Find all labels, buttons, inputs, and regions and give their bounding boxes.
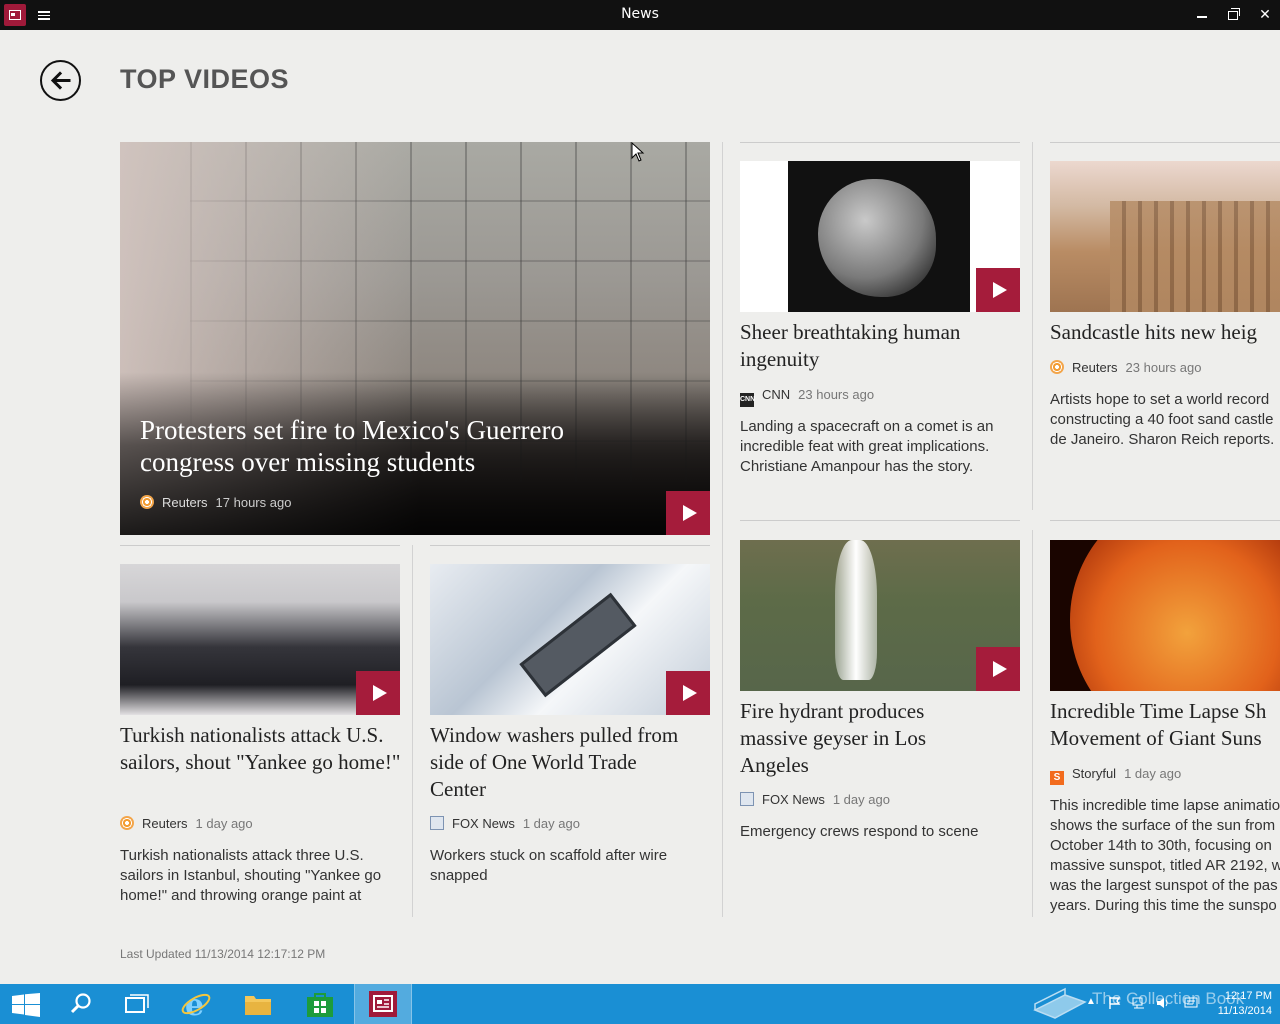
hero-source-row: Reuters 17 hours ago	[140, 495, 291, 510]
source-name: FOX News	[762, 792, 825, 807]
title-bar: News ✕	[0, 0, 1280, 30]
hero-headline[interactable]: Protesters set fire to Mexico's Guerrero…	[140, 414, 660, 478]
video-thumbnail	[1050, 161, 1280, 312]
back-button[interactable]	[40, 60, 81, 101]
video-card-comet[interactable]: Sheer breathtaking human ingenuity CNN CN…	[740, 161, 1020, 491]
card-description: This incredible time lapse animatio show…	[1050, 797, 1280, 914]
task-view-button[interactable]	[110, 984, 166, 1024]
card-description: Turkish nationalists attack three U.S. s…	[120, 847, 382, 904]
video-card-window-washers[interactable]: Window washers pulled from side of One W…	[430, 564, 710, 909]
card-headline[interactable]: Window washers pulled from side of One W…	[430, 722, 680, 803]
source-name: Reuters	[142, 816, 188, 831]
window-title: News	[621, 6, 659, 22]
reuters-logo-icon	[120, 816, 134, 830]
mouse-cursor-icon	[631, 142, 645, 162]
storyful-logo-icon: S	[1050, 771, 1064, 785]
source-name: Reuters	[1072, 360, 1118, 375]
card-source-row: FOX News 1 day ago	[740, 792, 890, 807]
video-card-geyser[interactable]: Fire hydrant produces massive geyser in …	[740, 540, 1020, 860]
play-icon[interactable]	[976, 268, 1020, 312]
card-source-row: Reuters 1 day ago	[120, 816, 253, 831]
news-taskbar-button[interactable]	[354, 984, 412, 1024]
card-source-row: S Storyful 1 day ago	[1050, 766, 1181, 785]
restore-button[interactable]	[1224, 5, 1244, 25]
cnn-logo-icon: CNN	[740, 393, 755, 407]
video-thumbnail	[1050, 540, 1280, 691]
timestamp: 1 day ago	[195, 816, 253, 831]
timestamp: 17 hours ago	[215, 495, 292, 510]
search-button[interactable]	[54, 984, 110, 1024]
file-explorer-button[interactable]	[230, 984, 286, 1024]
card-headline[interactable]: Incredible Time Lapse Sh Movement of Gia…	[1050, 698, 1280, 752]
video-card-turkish[interactable]: Turkish nationalists attack U.S. sailors…	[120, 564, 400, 909]
timestamp: 1 day ago	[1124, 766, 1182, 781]
card-source-row: FOX News 1 day ago	[430, 816, 580, 831]
source-name: Storyful	[1072, 766, 1117, 781]
last-updated-text: Last Updated 11/13/2014 12:17:12 PM	[120, 947, 326, 961]
news-app-icon	[369, 991, 397, 1017]
store-button[interactable]	[292, 984, 348, 1024]
internet-explorer-icon: e	[181, 988, 211, 1020]
video-card-sandcastle[interactable]: Sandcastle hits new heig Reuters 23 hours…	[1050, 161, 1280, 491]
card-description: Workers stuck on scaffold after wire sna…	[430, 847, 668, 884]
source-name: FOX News	[452, 816, 515, 831]
card-description: Emergency crews respond to scene	[740, 823, 979, 840]
card-source-row: Reuters 23 hours ago	[1050, 360, 1201, 375]
store-icon	[307, 993, 333, 1017]
play-icon[interactable]	[976, 647, 1020, 691]
card-description: Artists hope to set a world record const…	[1050, 391, 1275, 448]
windows-logo-icon	[12, 993, 40, 1017]
video-card-sun[interactable]: Incredible Time Lapse Sh Movement of Gia…	[1050, 540, 1280, 918]
play-icon[interactable]	[356, 671, 400, 715]
reuters-logo-icon	[140, 495, 154, 509]
timestamp: 23 hours ago	[798, 387, 875, 402]
play-icon[interactable]	[666, 671, 710, 715]
back-arrow-icon	[50, 71, 71, 90]
card-source-row: CNN CNN 23 hours ago	[740, 387, 874, 407]
source-name: CNN	[762, 387, 791, 402]
card-headline[interactable]: Sandcastle hits new heig	[1050, 319, 1280, 346]
card-headline[interactable]: Turkish nationalists attack U.S. sailors…	[120, 722, 400, 776]
search-icon	[70, 993, 91, 1014]
start-button[interactable]	[0, 984, 56, 1024]
card-headline[interactable]: Sheer breathtaking human ingenuity	[740, 319, 1020, 373]
reuters-logo-icon	[1050, 360, 1064, 374]
book-watermark-icon	[1033, 987, 1087, 1019]
fox-news-logo-icon	[740, 792, 754, 806]
timestamp: 1 day ago	[522, 816, 580, 831]
timestamp: 1 day ago	[832, 792, 890, 807]
svg-text:e: e	[185, 988, 204, 1020]
card-description: Landing a spacecraft on a comet is an in…	[740, 418, 994, 475]
play-icon[interactable]	[666, 491, 710, 535]
card-headline[interactable]: Fire hydrant produces massive geyser in …	[740, 698, 980, 779]
fox-news-logo-icon	[430, 816, 444, 830]
hero-video-card[interactable]: Protesters set fire to Mexico's Guerrero…	[120, 142, 710, 535]
page-title: TOP VIDEOS	[120, 64, 290, 94]
internet-explorer-button[interactable]: e	[168, 984, 224, 1024]
folder-icon	[245, 996, 271, 1015]
source-name: Reuters	[162, 495, 208, 510]
timestamp: 23 hours ago	[1125, 360, 1202, 375]
watermark-text: The Collection Book	[1092, 989, 1245, 1008]
minimize-button[interactable]	[1193, 5, 1213, 25]
task-view-icon	[125, 994, 149, 1013]
close-button[interactable]: ✕	[1255, 5, 1275, 25]
